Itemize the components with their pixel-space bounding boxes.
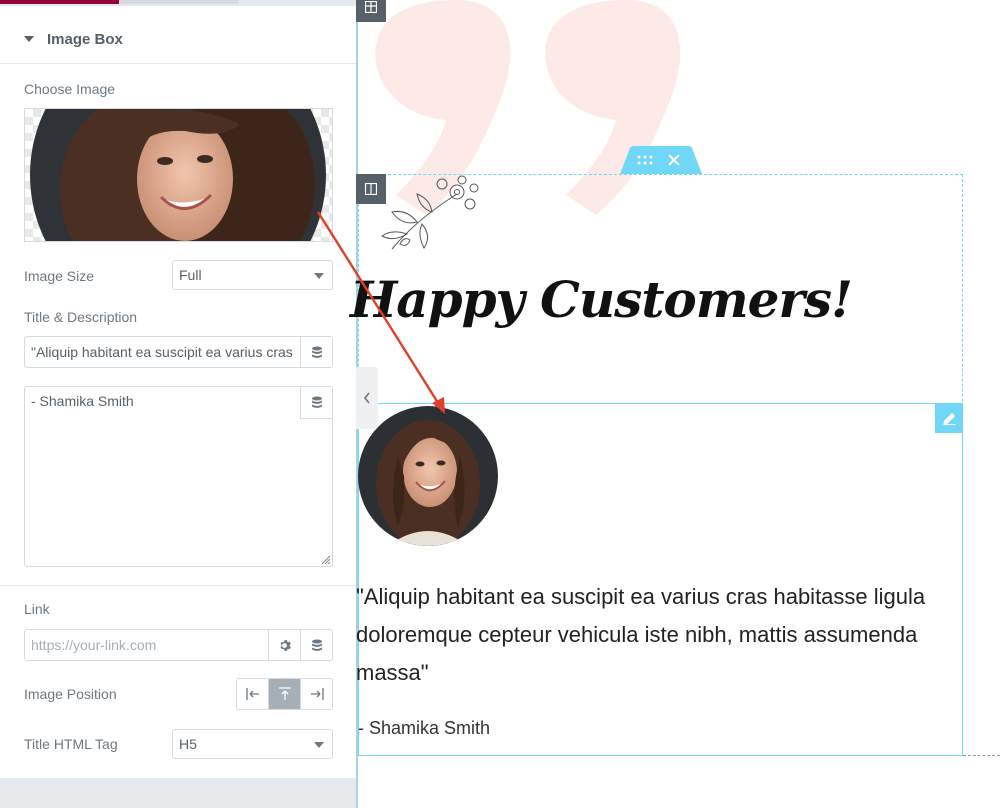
- tab-advanced[interactable]: [238, 0, 356, 4]
- panel-tabs: [0, 0, 356, 6]
- title-html-tag-label: Title HTML Tag: [24, 736, 118, 752]
- chevron-down-icon: [314, 742, 324, 748]
- image-box-description[interactable]: - Shamika Smith: [358, 718, 490, 739]
- image-position-left[interactable]: [237, 679, 269, 709]
- chevron-down-icon: [314, 273, 324, 279]
- tab-content[interactable]: [0, 0, 119, 4]
- resize-handle-icon[interactable]: [322, 556, 330, 564]
- chevron-left-icon: [363, 392, 370, 404]
- link-placeholder: https://your-link.com: [31, 637, 157, 653]
- image-size-value: Full: [179, 267, 202, 283]
- section-handle[interactable]: [620, 146, 702, 174]
- drag-handle-icon[interactable]: [636, 155, 654, 165]
- link-label: Link: [24, 601, 50, 617]
- image-position-label: Image Position: [24, 686, 117, 702]
- choose-image-label: Choose Image: [24, 81, 116, 97]
- align-right-icon: [310, 688, 324, 700]
- divider: [0, 585, 356, 586]
- align-left-icon: [245, 688, 259, 700]
- image-position-right[interactable]: [301, 679, 332, 709]
- pencil-icon: [942, 412, 955, 425]
- title-html-tag-select[interactable]: H5: [172, 729, 333, 759]
- section-handle-shape: [620, 146, 702, 174]
- portrait-image: [358, 406, 498, 546]
- portrait-thumbnail: [30, 109, 326, 241]
- title-dynamic-button[interactable]: [300, 337, 332, 367]
- image-chooser[interactable]: [24, 108, 333, 242]
- description-value: - Shamika Smith: [31, 393, 134, 409]
- description-dynamic-button[interactable]: [300, 387, 332, 419]
- image-size-select[interactable]: Full: [172, 260, 333, 290]
- image-position-choices: [236, 678, 333, 710]
- database-icon: [311, 396, 322, 408]
- image-size-label: Image Size: [24, 268, 95, 284]
- description-textarea[interactable]: - Shamika Smith: [24, 386, 333, 567]
- section-title: Image Box: [47, 31, 123, 48]
- page-boundary: [963, 755, 1000, 756]
- column-icon: [365, 1, 377, 13]
- column-handle[interactable]: [356, 0, 386, 22]
- avatar: [358, 406, 498, 546]
- title-description-label: Title & Description: [24, 309, 138, 325]
- caret-down-icon: [24, 36, 34, 42]
- title-input-value: "Aliquip habitant ea suscipit ea varius …: [31, 344, 297, 360]
- database-icon: [311, 639, 322, 651]
- link-input[interactable]: https://your-link.com: [24, 629, 333, 661]
- link-options-button[interactable]: [268, 630, 300, 660]
- edit-widget-button[interactable]: [935, 403, 963, 433]
- align-top-icon: [278, 687, 291, 700]
- image-position-top[interactable]: [269, 679, 301, 709]
- close-icon[interactable]: [668, 154, 680, 166]
- editor-panel: Image Box Choose Image Image Size Full T…: [0, 0, 356, 808]
- section-header-image-box[interactable]: Image Box: [0, 16, 356, 64]
- heading-happy-customers[interactable]: Happy Customers!: [350, 270, 853, 329]
- gear-icon: [280, 639, 291, 651]
- image-box-title[interactable]: "Aliquip habitant ea suscipit ea varius …: [356, 578, 946, 692]
- title-input[interactable]: "Aliquip habitant ea suscipit ea varius …: [24, 336, 333, 368]
- link-dynamic-button[interactable]: [300, 630, 332, 660]
- panel-collapse-toggle[interactable]: [356, 367, 378, 429]
- panel-footer: [0, 778, 356, 808]
- database-icon: [311, 346, 322, 358]
- tab-style[interactable]: [119, 0, 238, 4]
- floral-decoration: [381, 175, 479, 250]
- title-html-tag-value: H5: [179, 736, 197, 752]
